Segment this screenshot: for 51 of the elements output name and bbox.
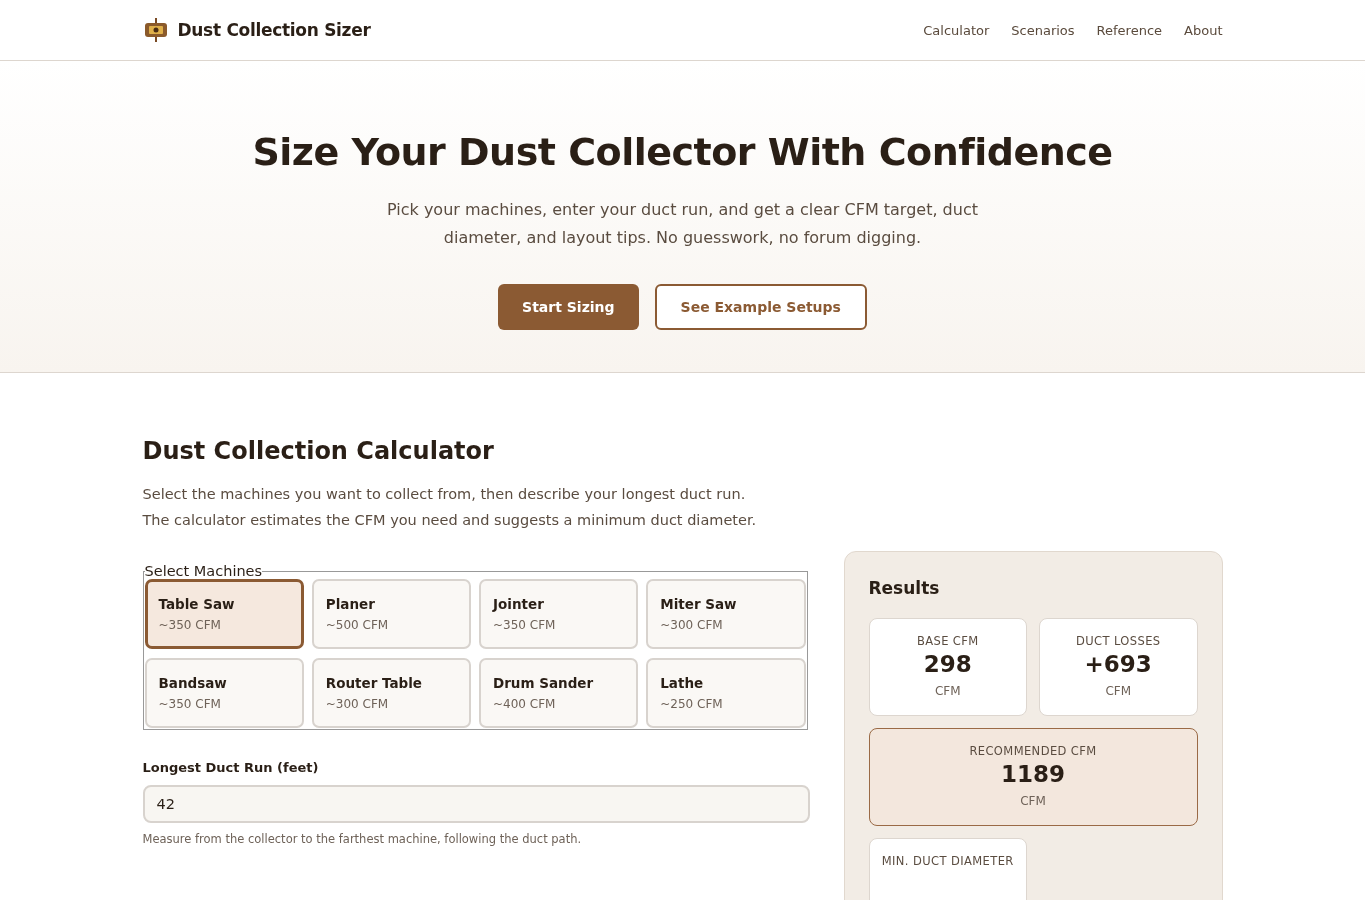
result-value: +693 bbox=[1083, 651, 1153, 677]
machine-card[interactable]: Planer ~500 CFM bbox=[311, 579, 471, 649]
result-label: DUCT LOSSES bbox=[1074, 634, 1162, 648]
machine-name: Table Saw bbox=[158, 596, 236, 612]
hero-title: Size Your Dust Collector With Confidence bbox=[251, 130, 1114, 174]
hero-subtitle: Pick your machines, enter your duct run, and get a clear CFM target, duct diameter, and layout tips. No guesswork, no forum digging. bbox=[386, 199, 979, 249]
result-value: 1189 bbox=[1000, 761, 1066, 787]
machine-cfm: ~500 CFM bbox=[325, 618, 390, 632]
machine-cfm: ~350 CFM bbox=[158, 697, 222, 711]
nav-link[interactable]: Reference bbox=[1096, 22, 1163, 38]
result-value: 298 bbox=[922, 651, 973, 677]
machine-cfm: ~300 CFM bbox=[325, 697, 390, 711]
machine-cfm: ~350 CFM bbox=[158, 618, 222, 632]
machine-card[interactable]: Router Table ~300 CFM bbox=[311, 658, 471, 728]
machine-card[interactable]: Miter Saw ~300 CFM bbox=[646, 579, 806, 649]
result-unit: CFM bbox=[1019, 794, 1047, 808]
nav-link[interactable]: Scenarios bbox=[1011, 22, 1075, 38]
machine-card[interactable]: Bandsaw ~350 CFM bbox=[144, 658, 304, 728]
nav-link[interactable]: About bbox=[1184, 22, 1223, 38]
machine-name: Planer bbox=[325, 596, 376, 612]
machine-name: Jointer bbox=[493, 596, 545, 612]
machine-card[interactable]: Table Saw ~350 CFM bbox=[144, 579, 304, 649]
result-label: BASE CFM bbox=[915, 634, 980, 648]
machine-name: Bandsaw bbox=[158, 675, 228, 691]
result-label: MIN. DUCT DIAMETER bbox=[880, 854, 1015, 868]
machine-cfm: ~300 CFM bbox=[660, 618, 724, 632]
section-title: Dust Collection Calculator bbox=[142, 437, 495, 465]
machine-card[interactable]: Lathe ~250 CFM bbox=[646, 658, 806, 728]
machine-cfm: ~400 CFM bbox=[493, 697, 557, 711]
section-intro: Select the machines you want to collect from, then describe your longest duct run. The calculator estimates the CFM you need and suggests a minimum duct diameter. bbox=[142, 485, 758, 530]
machine-cfm: ~350 CFM bbox=[493, 618, 557, 632]
duct-run-field[interactable]: 42 bbox=[142, 785, 810, 823]
result-unit: CFM bbox=[933, 684, 962, 698]
field-hint: Measure from the collector to the farthest machine, following the duct path. bbox=[142, 832, 583, 846]
field-label: Longest Duct Run (feet) bbox=[142, 760, 320, 775]
fieldset-legend: Select Machines bbox=[144, 563, 263, 579]
machine-name: Drum Sander bbox=[493, 675, 595, 691]
nav-link[interactable]: Calculator bbox=[923, 22, 990, 38]
site-title: Dust Collection Sizer bbox=[177, 20, 371, 40]
machine-name: Miter Saw bbox=[660, 596, 738, 612]
start-button[interactable]: Start Sizing bbox=[498, 284, 639, 330]
machine-cfm: ~250 CFM bbox=[660, 697, 724, 711]
machine-card[interactable]: Drum Sander ~400 CFM bbox=[479, 658, 639, 728]
machine-name: Lathe bbox=[660, 675, 705, 691]
machine-name: Router Table bbox=[325, 675, 424, 691]
examples-button[interactable]: See Example Setups bbox=[654, 284, 867, 330]
machine-card[interactable]: Jointer ~350 CFM bbox=[479, 579, 639, 649]
result-unit: CFM bbox=[1104, 684, 1133, 698]
logo-icon bbox=[142, 17, 169, 43]
results-title: Results bbox=[868, 578, 941, 598]
result-label: RECOMMENDED CFM bbox=[968, 744, 1098, 758]
